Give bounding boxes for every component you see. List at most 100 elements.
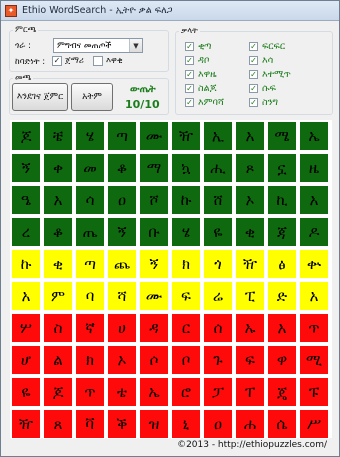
grid-cell[interactable]: አ xyxy=(299,281,329,311)
category-select[interactable]: ምግብና መጠጦች ▼ xyxy=(53,38,143,53)
grid-cell[interactable]: ጤ xyxy=(75,217,105,247)
grid-cell[interactable]: ኒ xyxy=(171,409,201,439)
grid-cell[interactable]: ዥ xyxy=(11,409,41,439)
word-check[interactable]: ✓ xyxy=(249,84,258,93)
grid-cell[interactable]: ሥ xyxy=(299,409,329,439)
grid-cell[interactable]: አ xyxy=(235,121,265,151)
grid-cell[interactable]: ቍ xyxy=(299,249,329,279)
word-check[interactable]: ✓ xyxy=(185,70,194,79)
grid-cell[interactable]: ፍ xyxy=(171,281,201,311)
grid-cell[interactable]: ሆ xyxy=(11,345,41,375)
grid-cell[interactable]: ኩ xyxy=(11,249,41,279)
grid-cell[interactable]: ጄ xyxy=(267,377,297,407)
grid-cell[interactable]: ቼ xyxy=(43,121,73,151)
grid-cell[interactable]: ቆ xyxy=(43,217,73,247)
word-check[interactable]: ✓ xyxy=(249,42,258,51)
grid-cell[interactable]: ቡ xyxy=(139,217,169,247)
expert-checkbox[interactable]: እዋቂ xyxy=(93,56,123,66)
grid-cell[interactable]: ዝ xyxy=(139,409,169,439)
word-item[interactable]: ✓ ስልጆ xyxy=(185,83,216,94)
grid-cell[interactable]: ዬ xyxy=(11,377,41,407)
grid-cell[interactable]: ፍ xyxy=(235,345,265,375)
chevron-down-icon[interactable]: ▼ xyxy=(129,39,142,52)
beginner-checkbox-box[interactable]: ✓ xyxy=(52,56,62,66)
grid-cell[interactable]: ሀ xyxy=(107,313,137,343)
grid-cell[interactable]: ሙ xyxy=(139,121,169,151)
grid-cell[interactable]: ረ xyxy=(11,217,41,247)
grid-cell[interactable]: ኤ xyxy=(299,121,329,151)
grid-cell[interactable]: ቆ xyxy=(107,153,137,183)
grid-cell[interactable]: ሐ xyxy=(235,409,265,439)
grid-cell[interactable]: አ xyxy=(267,313,297,343)
grid-cell[interactable]: ዐ xyxy=(107,185,137,215)
grid-cell[interactable]: ም xyxy=(43,281,73,311)
grid-cell[interactable]: ጥ xyxy=(75,377,105,407)
word-check[interactable]: ✓ xyxy=(185,98,194,107)
grid-cell[interactable]: ዋ xyxy=(267,345,297,375)
grid-cell[interactable]: ሄ xyxy=(171,217,201,247)
grid-cell[interactable]: ዥ xyxy=(171,121,201,151)
grid-cell[interactable]: ኩ xyxy=(171,185,201,215)
word-item[interactable]: ✓ ስንግ xyxy=(249,97,278,108)
grid-cell[interactable]: ኝ xyxy=(139,249,169,279)
grid-cell[interactable]: ፒ xyxy=(235,281,265,311)
word-item[interactable]: ✓ እሳ xyxy=(249,55,273,66)
grid-cell[interactable]: ሮ xyxy=(171,377,201,407)
print-button[interactable]: አትም xyxy=(71,83,113,111)
grid-cell[interactable]: አ xyxy=(43,185,73,215)
grid-cell[interactable]: ዶ xyxy=(299,217,329,247)
grid-cell[interactable]: ኢ xyxy=(203,121,233,151)
grid-cell[interactable]: ጉ xyxy=(203,345,233,375)
grid-cell[interactable]: ፓ xyxy=(203,377,233,407)
grid-cell[interactable]: ዥ xyxy=(235,249,265,279)
grid-cell[interactable]: ኝ xyxy=(107,217,137,247)
grid-cell[interactable]: ሰ xyxy=(203,313,233,343)
grid-cell[interactable]: ጣ xyxy=(107,121,137,151)
grid-cell[interactable]: ጎ xyxy=(203,249,233,279)
grid-cell[interactable]: ጆ xyxy=(43,377,73,407)
grid-cell[interactable]: ሾ xyxy=(139,185,169,215)
new-game-button[interactable]: እንደገና ጀምር xyxy=(12,83,68,111)
grid-cell[interactable]: ሒ xyxy=(203,153,233,183)
grid-cell[interactable]: ር xyxy=(171,313,201,343)
word-item[interactable]: ✓ እዋዜ xyxy=(185,69,217,80)
grid-cell[interactable]: ሄ xyxy=(75,121,105,151)
grid-cell[interactable]: ኦ xyxy=(235,185,265,215)
word-item[interactable]: ✓ ሱፍ xyxy=(249,83,276,94)
grid-cell[interactable]: ማ xyxy=(139,153,169,183)
grid-cell[interactable]: ዐ xyxy=(203,409,233,439)
word-check[interactable]: ✓ xyxy=(185,42,194,51)
grid-cell[interactable]: መ xyxy=(75,153,105,183)
word-check[interactable]: ✓ xyxy=(249,98,258,107)
grid-cell[interactable]: ድ xyxy=(267,281,297,311)
grid-cell[interactable]: ቦ xyxy=(171,345,201,375)
word-check[interactable]: ✓ xyxy=(249,70,258,79)
grid-cell[interactable]: ቂ xyxy=(235,217,265,247)
grid-cell[interactable]: ኤ xyxy=(139,377,169,407)
grid-cell[interactable]: ሳ xyxy=(75,185,105,215)
grid-cell[interactable]: ኳ xyxy=(171,153,201,183)
grid-cell[interactable]: አ xyxy=(11,281,41,311)
word-check[interactable]: ✓ xyxy=(185,84,194,93)
grid-cell[interactable]: ቫ xyxy=(75,409,105,439)
grid-cell[interactable]: ጆ xyxy=(11,121,41,151)
grid-cell[interactable]: ኡ xyxy=(235,313,265,343)
word-item[interactable]: ✓ እምባሻ xyxy=(185,97,224,108)
grid-cell[interactable]: ፐ xyxy=(235,377,265,407)
grid-cell[interactable]: ሚ xyxy=(299,345,329,375)
grid-cell[interactable]: ቂ xyxy=(43,249,73,279)
grid-cell[interactable]: ል xyxy=(43,345,73,375)
grid-cell[interactable]: ቕ xyxy=(107,409,137,439)
expert-checkbox-box[interactable] xyxy=(93,56,103,66)
grid-cell[interactable]: ጃ xyxy=(267,217,297,247)
grid-cell[interactable]: ጥ xyxy=(299,313,329,343)
grid-cell[interactable]: ሜ xyxy=(267,121,297,151)
grid-cell[interactable]: ሶ xyxy=(139,345,169,375)
grid-cell[interactable]: ጾ xyxy=(235,153,265,183)
word-check[interactable]: ✓ xyxy=(249,56,258,65)
grid-cell[interactable]: ዬ xyxy=(203,217,233,247)
grid-cell[interactable]: ክ xyxy=(75,345,105,375)
grid-cell[interactable]: ኗ xyxy=(267,153,297,183)
grid-cell[interactable]: ሬ xyxy=(203,281,233,311)
grid-cell[interactable]: ኦ xyxy=(107,345,137,375)
